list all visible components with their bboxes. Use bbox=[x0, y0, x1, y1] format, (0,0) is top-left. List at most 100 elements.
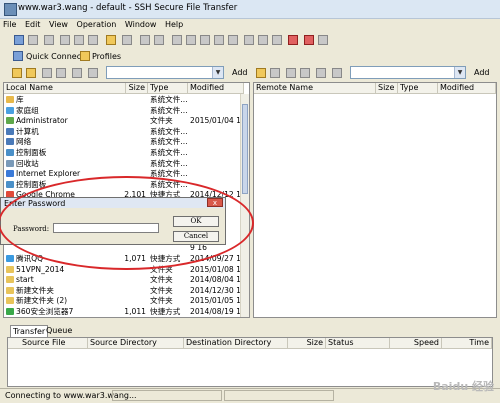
quick-connect-button[interactable]: Quick Connect bbox=[26, 52, 84, 61]
menu-edit[interactable]: Edit bbox=[22, 19, 44, 31]
col-source-file[interactable]: Source File bbox=[8, 338, 88, 349]
remote-refresh-icon[interactable] bbox=[286, 68, 296, 78]
paste-icon[interactable] bbox=[74, 35, 84, 45]
table-row[interactable]: start 文件夹 2014/08/04 14 bbox=[4, 275, 242, 285]
local-add-button[interactable]: Add bbox=[232, 68, 248, 77]
col-status[interactable]: Status bbox=[326, 338, 390, 349]
menu-operation[interactable]: Operation bbox=[74, 19, 120, 31]
table-row[interactable]: 新建文件夹 文件夹 2014/12/30 14 bbox=[4, 285, 242, 296]
table-row[interactable]: 家庭组 系统文件... bbox=[4, 106, 240, 116]
detail-view-icon[interactable] bbox=[186, 35, 196, 45]
menu-view[interactable]: View bbox=[46, 19, 71, 31]
quick-connect-icon bbox=[13, 51, 23, 61]
local-delete-icon[interactable] bbox=[88, 68, 98, 78]
menu-window[interactable]: Window bbox=[122, 19, 160, 31]
col-source-directory[interactable]: Source Directory bbox=[88, 338, 184, 349]
title-bar: www.war3.wang - default - SSH Secure Fil… bbox=[0, 0, 500, 19]
local-refresh-icon[interactable] bbox=[42, 68, 52, 78]
ok-button[interactable]: OK bbox=[173, 216, 219, 227]
col-local-size[interactable]: Size bbox=[126, 83, 148, 94]
remote-delete-icon[interactable] bbox=[332, 68, 342, 78]
tab-queue[interactable]: Queue bbox=[44, 325, 74, 336]
table-row[interactable]: 控制面板 系统文件... bbox=[4, 180, 240, 190]
col-remote-type[interactable]: Type bbox=[398, 83, 438, 94]
file-icon bbox=[6, 308, 14, 315]
remote-path-combo[interactable]: ▼ bbox=[350, 66, 466, 79]
col-destination-directory[interactable]: Destination Directory bbox=[184, 338, 288, 349]
close-button[interactable]: x bbox=[207, 198, 223, 207]
file-icon bbox=[6, 138, 14, 146]
copy-icon[interactable] bbox=[60, 35, 70, 45]
col-remote-modified[interactable]: Modified bbox=[438, 83, 496, 94]
file-icon bbox=[6, 297, 14, 305]
cell-type: 系统文件... bbox=[150, 105, 188, 115]
stop-icon[interactable] bbox=[288, 35, 298, 45]
table-row[interactable]: 回收站 系统文件... bbox=[4, 159, 240, 169]
cut-icon[interactable] bbox=[88, 35, 98, 45]
col-speed[interactable]: Speed bbox=[390, 338, 442, 349]
local-home-icon[interactable] bbox=[26, 68, 36, 78]
menu-help[interactable]: Help bbox=[162, 19, 186, 31]
password-input[interactable] bbox=[53, 223, 159, 233]
transfer-queue-icon[interactable] bbox=[258, 35, 268, 45]
menu-file[interactable]: File bbox=[0, 19, 19, 31]
remote-home-icon[interactable] bbox=[270, 68, 280, 78]
help-icon[interactable] bbox=[318, 35, 328, 45]
download-icon[interactable] bbox=[154, 35, 164, 45]
cell-modified: 2015/01/05 13 bbox=[190, 296, 242, 306]
table-row[interactable]: Administrator 文件夹 2015/01/04 14 bbox=[4, 116, 242, 126]
file-icon bbox=[6, 127, 14, 135]
tree-view-icon[interactable] bbox=[228, 35, 238, 45]
col-time[interactable]: Time bbox=[442, 338, 492, 349]
profiles-button[interactable]: Profiles bbox=[92, 52, 121, 61]
save-icon[interactable] bbox=[14, 35, 24, 45]
cell-name: Administrator bbox=[16, 116, 68, 126]
chevron-down-icon[interactable]: ▼ bbox=[454, 67, 465, 78]
table-row[interactable]: 计算机 系统文件... bbox=[4, 127, 240, 137]
remote-filter-icon[interactable] bbox=[316, 68, 326, 78]
ascii-mode-icon[interactable] bbox=[272, 35, 282, 45]
table-row[interactable]: 360安全浏览器7 1,011 快捷方式 2014/08/19 15 bbox=[4, 307, 242, 317]
col-local-name[interactable]: Local Name bbox=[4, 83, 126, 94]
large-icons-icon[interactable] bbox=[214, 35, 224, 45]
local-view-icon[interactable] bbox=[56, 68, 66, 78]
password-dialog: Enter Password x Password: OK Cancel bbox=[0, 197, 226, 245]
disconnect-icon[interactable] bbox=[304, 35, 314, 45]
cell-name: 新建文件夹 bbox=[16, 285, 54, 295]
transfer-list[interactable]: Source File Source Directory Destination… bbox=[7, 337, 493, 387]
remote-view-icon[interactable] bbox=[300, 68, 310, 78]
new-terminal-icon[interactable] bbox=[44, 35, 54, 45]
table-row[interactable]: 库 系统文件... bbox=[4, 95, 240, 105]
table-row[interactable]: 新建文件夹 (2) 文件夹 2015/01/05 13 bbox=[4, 296, 242, 306]
folder-icon[interactable] bbox=[106, 35, 116, 45]
table-row[interactable]: 网络 系统文件... bbox=[4, 137, 240, 147]
col-remote-size[interactable]: Size bbox=[376, 83, 398, 94]
cancel-button[interactable]: Cancel bbox=[173, 231, 219, 242]
table-row[interactable]: Internet Explorer 系统文件... bbox=[4, 169, 240, 179]
small-icons-icon[interactable] bbox=[200, 35, 210, 45]
chevron-down-icon[interactable]: ▼ bbox=[212, 67, 223, 78]
settings-icon[interactable] bbox=[122, 35, 132, 45]
tab-transfer[interactable]: Transfer bbox=[10, 325, 49, 337]
table-row[interactable]: 控制面板 系统文件... bbox=[4, 148, 240, 158]
table-row[interactable]: 51VPN_2014 文件夹 2015/01/08 13 bbox=[4, 265, 242, 275]
scroll-thumb[interactable] bbox=[242, 104, 248, 194]
remote-add-button[interactable]: Add bbox=[474, 68, 490, 77]
local-filter-icon[interactable] bbox=[72, 68, 82, 78]
remote-file-list[interactable]: Remote Name Size Type Modified bbox=[253, 82, 497, 318]
col-local-type[interactable]: Type bbox=[148, 83, 188, 94]
cell-name: 计算机 bbox=[16, 126, 39, 136]
local-scrollbar[interactable] bbox=[240, 94, 249, 317]
table-row[interactable]: 腾讯QQ 1,071 快捷方式 2014/09/27 15 bbox=[4, 254, 242, 264]
remote-up-folder-icon[interactable] bbox=[256, 68, 266, 78]
print-icon[interactable] bbox=[28, 35, 38, 45]
split-view-icon[interactable] bbox=[244, 35, 254, 45]
local-path-combo[interactable]: ▼ bbox=[106, 66, 224, 79]
col-remote-name[interactable]: Remote Name bbox=[254, 83, 376, 94]
col-local-modified[interactable]: Modified bbox=[188, 83, 244, 94]
local-up-folder-icon[interactable] bbox=[12, 68, 22, 78]
cell-size: 1,071 bbox=[124, 254, 146, 263]
col-size[interactable]: Size bbox=[288, 338, 326, 349]
upload-icon[interactable] bbox=[140, 35, 150, 45]
list-view-icon[interactable] bbox=[172, 35, 182, 45]
